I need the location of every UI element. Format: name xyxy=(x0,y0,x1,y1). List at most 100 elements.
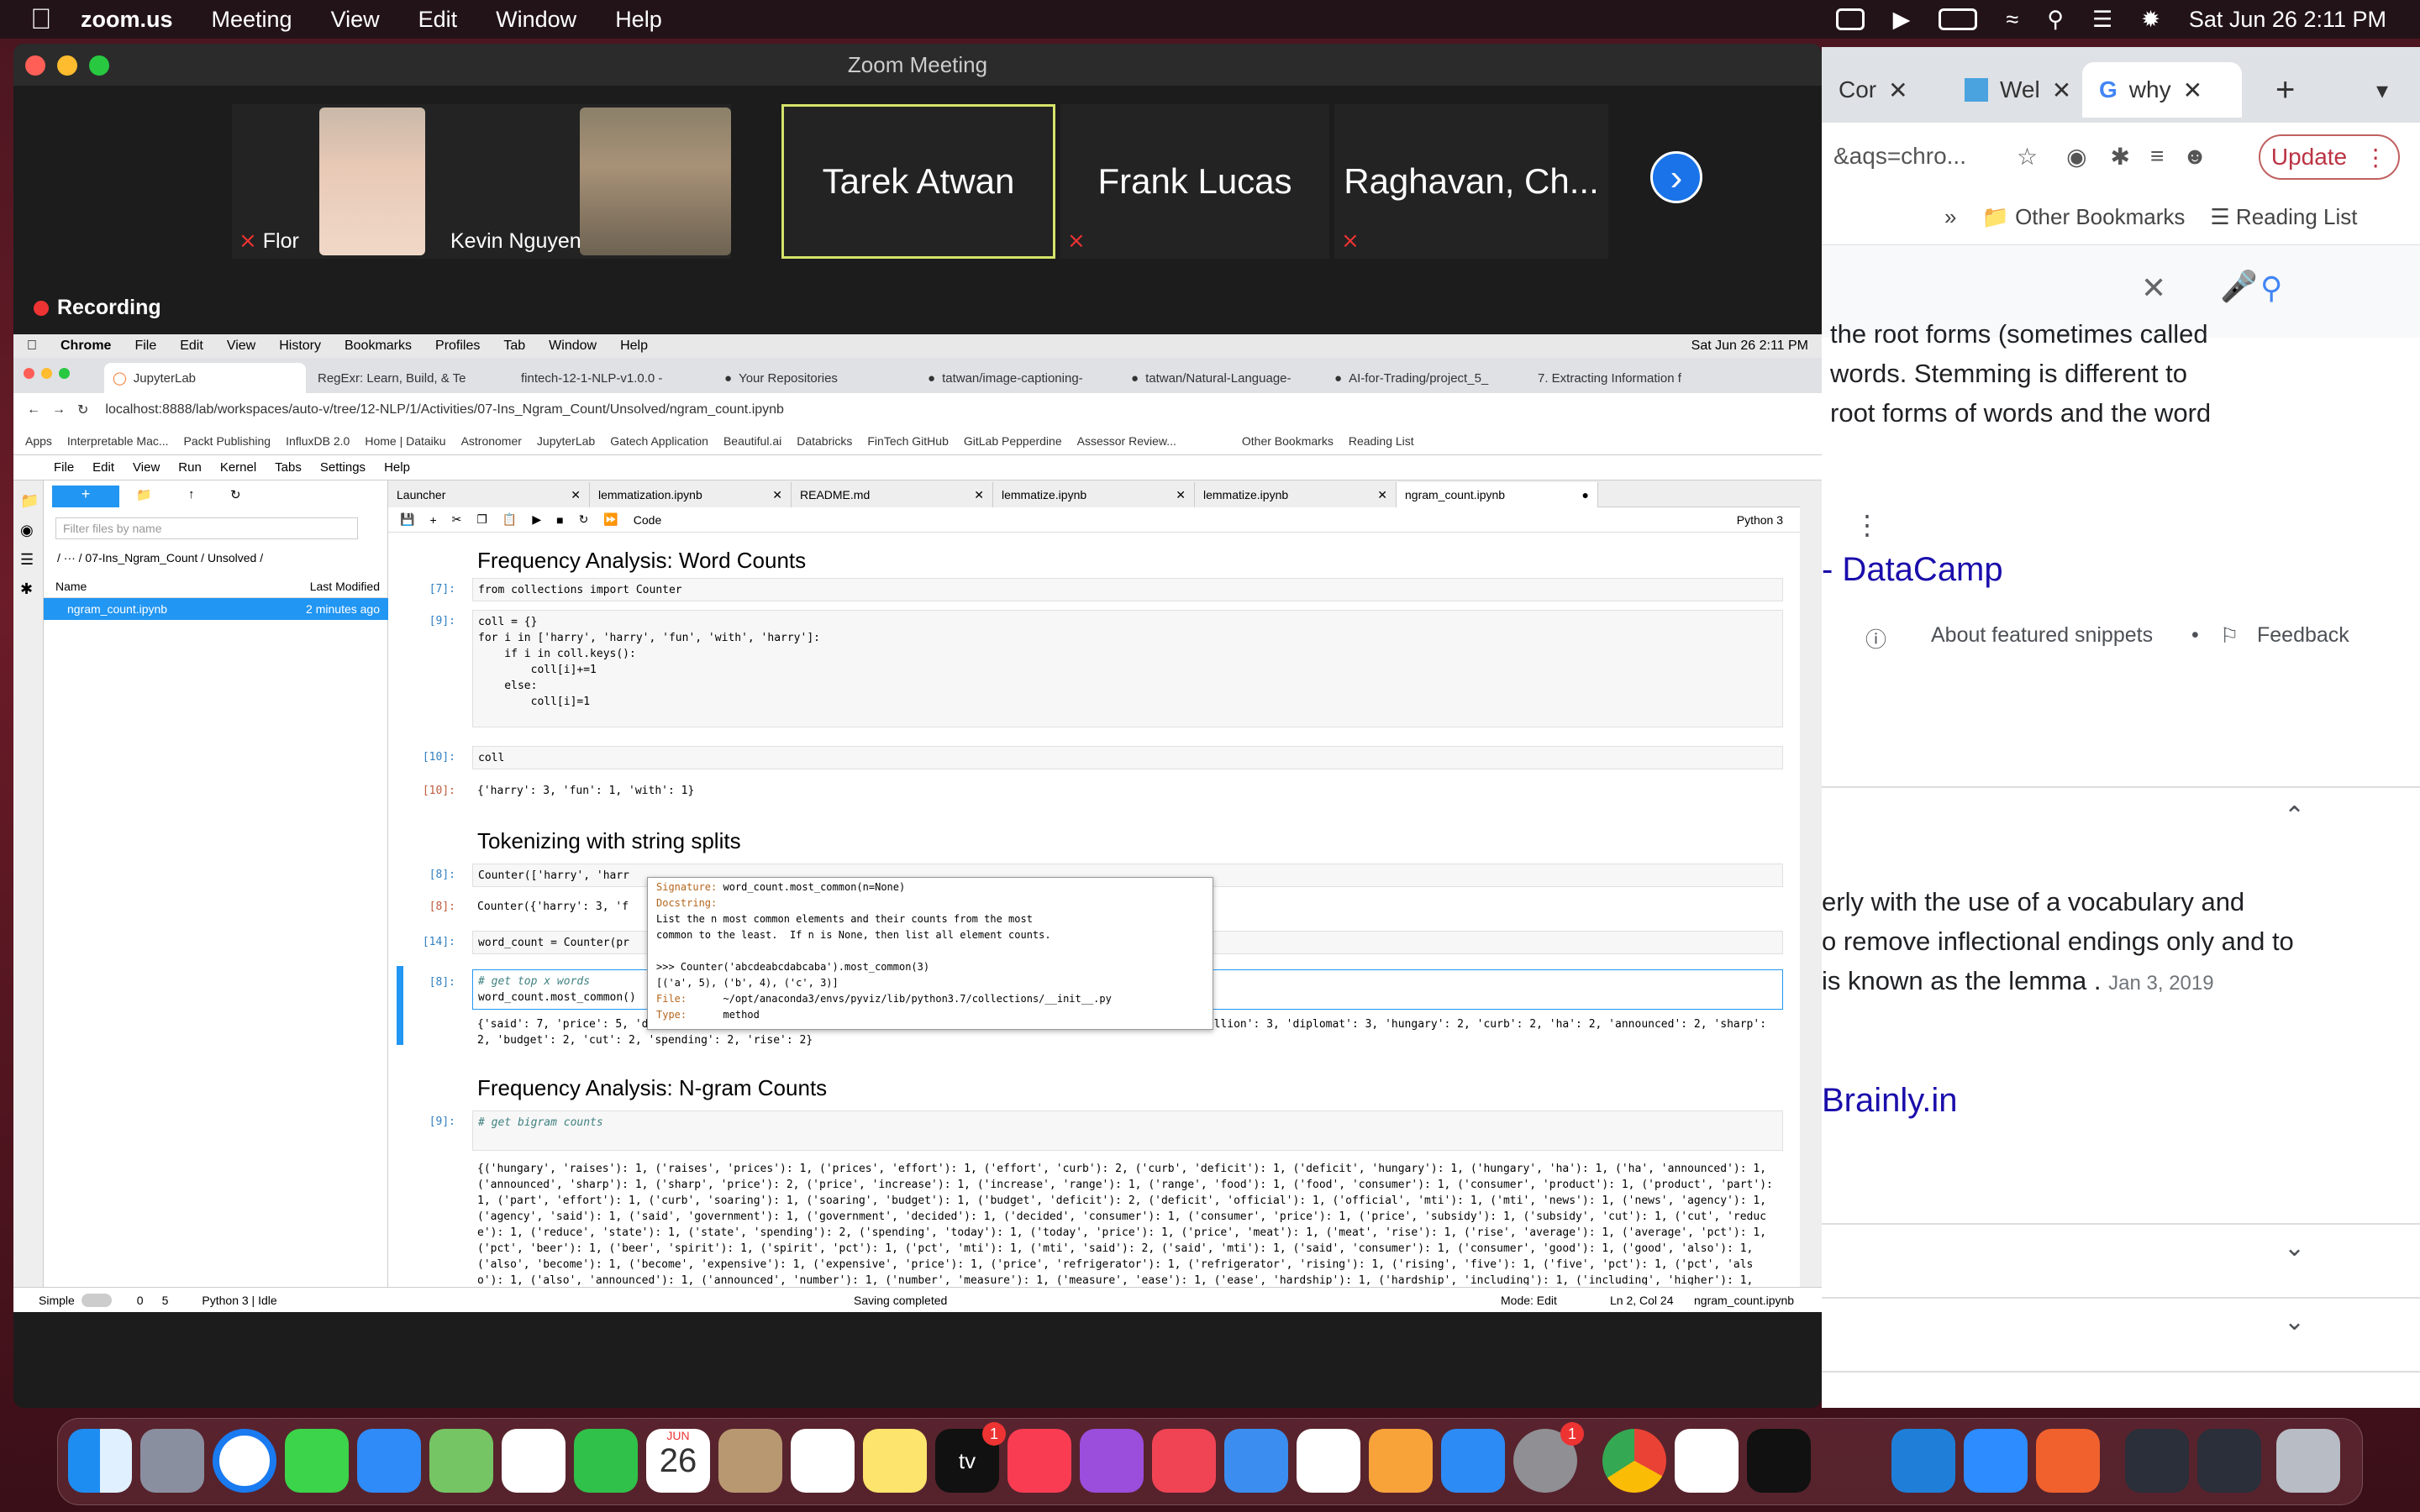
shared-tab-jupyterlab[interactable]: ◯ JupyterLab xyxy=(104,363,306,393)
about-featured-snippets-link[interactable]: About featured snippets xyxy=(1931,623,2153,648)
microphone-icon[interactable]: 🎤 xyxy=(2220,269,2258,304)
shared-tab[interactable]: ● tatwan/Natural-Language- xyxy=(1123,363,1324,393)
minimize-window-button[interactable] xyxy=(57,55,77,76)
close-icon[interactable]: ✕ xyxy=(2052,76,2071,104)
news-icon[interactable] xyxy=(1152,1429,1216,1493)
siri-icon[interactable]: ✹ xyxy=(2141,7,2160,33)
search-icon[interactable]: ⚲ xyxy=(2260,270,2282,306)
search-icon[interactable]: ⚲ xyxy=(2047,7,2064,33)
tab-search-icon[interactable]: ▾ xyxy=(2360,62,2405,118)
music-icon[interactable] xyxy=(1007,1429,1071,1493)
menu-edit[interactable]: Edit xyxy=(418,7,458,33)
keynote-icon[interactable] xyxy=(1224,1429,1288,1493)
safari-icon[interactable] xyxy=(213,1429,276,1493)
nb-tab-active: ngram_count.ipynb ● xyxy=(1397,482,1598,507)
mail-icon[interactable] xyxy=(357,1429,421,1493)
menu-app-name[interactable]: zoom.us xyxy=(81,7,173,33)
menu-view[interactable]: View xyxy=(331,7,380,33)
jupyter-menubar: File Edit View Run Kernel Tabs Settings … xyxy=(13,455,1822,480)
facetime-icon[interactable] xyxy=(574,1429,638,1493)
participant-tile-tarek-active-speaker[interactable]: Tarek Atwan xyxy=(781,104,1055,259)
chrome-tab-3[interactable]: Gwhy ✕ xyxy=(2082,62,2242,118)
maps-icon[interactable] xyxy=(429,1429,493,1493)
play-status-icon[interactable]: ▶ xyxy=(1893,7,1911,33)
new-tab-button[interactable]: + xyxy=(2259,62,2312,118)
participant-tile-frank[interactable]: Frank Lucas ⨯ xyxy=(1060,104,1329,259)
menu-help[interactable]: Help xyxy=(615,7,662,33)
close-icon[interactable]: ✕ xyxy=(1888,76,1907,104)
close-window-button[interactable] xyxy=(25,55,45,76)
chrome-tabstrip: Cor ✕ Wel ✕ Gwhy ✕ + ▾ xyxy=(1822,47,2420,123)
bookmark-reading-list[interactable]: ☰ Reading List xyxy=(2210,204,2357,230)
pages-icon[interactable] xyxy=(1369,1429,1433,1493)
photos-icon[interactable] xyxy=(502,1429,566,1493)
next-participants-button[interactable]: › xyxy=(1650,151,1702,203)
extension-icon[interactable]: ◉ xyxy=(2066,143,2086,171)
participant-tile-flor[interactable]: ⨯ Flor xyxy=(232,104,449,259)
vscode-icon[interactable] xyxy=(1891,1429,1955,1493)
recent-window-icon[interactable] xyxy=(2125,1429,2189,1493)
chevron-down-icon[interactable]: ⌄ xyxy=(2284,1307,2305,1336)
terminal-icon[interactable] xyxy=(1747,1429,1811,1493)
tab-title: Your Repositories xyxy=(739,370,838,386)
menu-meeting[interactable]: Meeting xyxy=(212,7,292,33)
shared-tab[interactable]: ● AI-for-Trading/project_5_ xyxy=(1326,363,1528,393)
contacts-icon[interactable] xyxy=(718,1429,782,1493)
update-button[interactable]: Update ⋮ xyxy=(2259,134,2400,180)
close-icon[interactable]: ✕ xyxy=(2183,76,2202,104)
more-options-icon[interactable]: ⋮ xyxy=(1854,509,1881,541)
apple-icon[interactable]:  xyxy=(30,3,81,36)
apple-tv-icon[interactable]: tv 1 xyxy=(935,1422,1006,1493)
puzzle-icon[interactable]: ✱ xyxy=(2111,143,2130,171)
result-link-brainly[interactable]: Brainly.in xyxy=(1822,1082,1958,1120)
status-saving: Saving completed xyxy=(854,1293,948,1307)
result-link-datacamp[interactable]: - DataCamp xyxy=(1822,551,2003,589)
reminders-icon[interactable] xyxy=(791,1429,855,1493)
shared-tab[interactable]: ● Your Repositories xyxy=(716,363,918,393)
trash-icon[interactable] xyxy=(2276,1429,2340,1493)
control-center-icon[interactable]: ☰ xyxy=(2092,7,2112,33)
recording-indicator[interactable]: Recording xyxy=(34,296,161,320)
bookmark-other[interactable]: 📁 Other Bookmarks xyxy=(1981,204,2185,230)
clear-search-icon[interactable]: ✕ xyxy=(2141,270,2166,306)
playlist-icon[interactable]: ≡ xyxy=(2150,143,2164,170)
zoom-dock-icon[interactable] xyxy=(1964,1429,2028,1493)
chrome-background-window: Cor ✕ Wel ✕ Gwhy ✕ + ▾ &aqs=chro... ☆ ◉ ✱ ≡… xyxy=(1822,47,2420,1408)
launchpad-icon[interactable] xyxy=(140,1429,204,1493)
chevron-down-icon[interactable]: ⌄ xyxy=(2284,1233,2305,1263)
notes-icon[interactable] xyxy=(863,1429,927,1493)
chevron-up-icon[interactable]: ⌃ xyxy=(2284,801,2305,831)
zoom-status-icon[interactable] xyxy=(1835,8,1865,30)
slack-icon[interactable] xyxy=(1675,1429,1739,1493)
battery-icon[interactable] xyxy=(1939,8,1978,30)
fullscreen-window-button[interactable] xyxy=(89,55,109,76)
messages-icon[interactable] xyxy=(285,1429,349,1493)
calendar-icon[interactable]: JUN 26 xyxy=(646,1429,710,1493)
shared-tab[interactable]: ● tatwan/image-captioning- xyxy=(919,363,1121,393)
wifi-icon[interactable]: ≈ xyxy=(2006,7,2018,33)
recent-window-icon[interactable] xyxy=(2197,1429,2261,1493)
menu-window[interactable]: Window xyxy=(496,7,576,33)
chevron-icon[interactable]: » xyxy=(1944,204,1956,230)
podcasts-icon[interactable] xyxy=(1080,1429,1144,1493)
shared-tab[interactable]: RegExr: Learn, Build, & Te xyxy=(309,363,511,393)
participant-tile-kevin[interactable]: Kevin Nguyen xyxy=(444,104,731,259)
participant-tile-raghavan[interactable]: Raghavan, Ch... ⨯ xyxy=(1334,104,1608,259)
shared-tab[interactable]: 7. Extracting Information f xyxy=(1529,363,1731,393)
numbers-icon[interactable] xyxy=(1297,1429,1360,1493)
app-store-icon[interactable] xyxy=(1441,1429,1505,1493)
chrome-tab-2[interactable]: Wel ✕ xyxy=(1948,62,2088,118)
rocket-icon[interactable] xyxy=(1819,1429,1883,1493)
star-icon[interactable]: ☆ xyxy=(2017,143,2038,171)
feedback-link[interactable]: Feedback xyxy=(2257,623,2349,648)
participant-name: ⨯ Flor xyxy=(239,228,299,254)
chrome-tab-1[interactable]: Cor ✕ xyxy=(1822,62,1925,118)
profile-avatar[interactable]: ☻ xyxy=(2182,143,2207,170)
finder-icon[interactable] xyxy=(68,1429,132,1493)
shared-tab[interactable]: fintech-12-1-NLP-v1.0.0 - xyxy=(513,363,714,393)
address-bar[interactable]: &aqs=chro... xyxy=(1833,143,2002,170)
postman-icon[interactable] xyxy=(2036,1429,2100,1493)
clock[interactable]: Sat Jun 26 2:11 PM xyxy=(2189,7,2386,33)
chrome-icon[interactable] xyxy=(1602,1429,1666,1493)
system-preferences-icon[interactable]: 1 xyxy=(1513,1422,1584,1493)
